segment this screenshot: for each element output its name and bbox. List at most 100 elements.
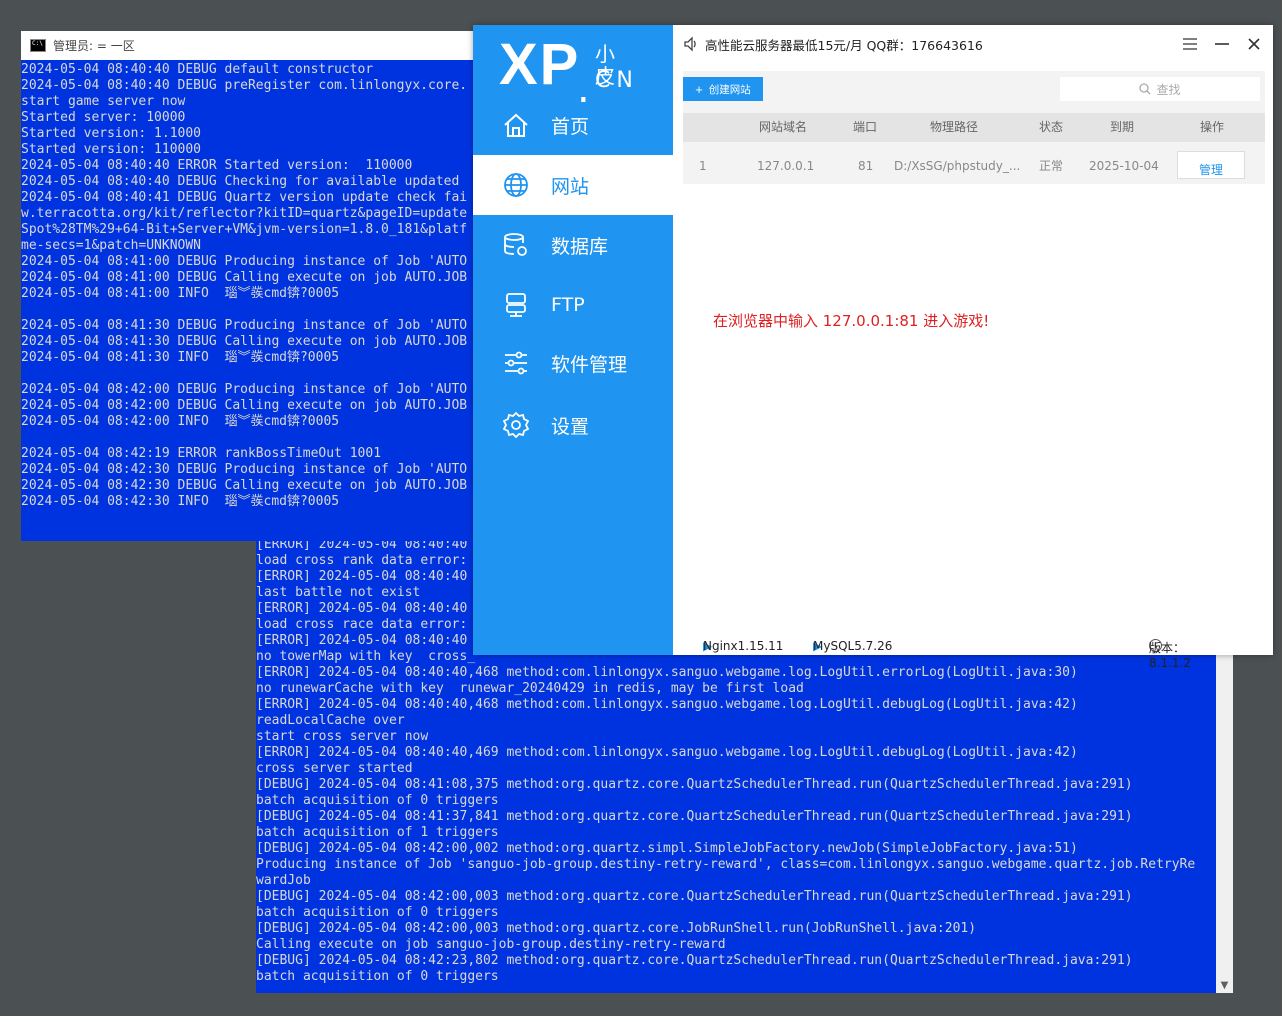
column-header-expire: 到期 <box>1110 120 1135 134</box>
row-expire: 2025-10-04 <box>1089 159 1159 173</box>
console-line: readLocalCache over <box>256 713 405 728</box>
row-status: 正常 <box>1039 159 1064 173</box>
database-icon <box>501 230 531 260</box>
sidebar-item-database[interactable]: 数据库 <box>473 215 673 275</box>
console-line: [DEBUG] 2024-05-04 08:42:00,002 method:o… <box>256 841 1078 856</box>
sidebar-item-home[interactable]: 首页 <box>473 95 673 155</box>
console-output: 2024-05-04 08:40:40 DEBUG default constr… <box>21 62 476 510</box>
console-line: start cross server now <box>256 729 429 744</box>
scroll-down-icon[interactable]: ▼ <box>1216 980 1233 991</box>
console-line: Started version: 110000 <box>21 142 202 157</box>
console-titlebar[interactable]: 管理员: = 一区 <box>21 31 476 60</box>
console-line: 2024-05-04 08:42:30 INFO 瑙︾彂cmd锛?0005 <box>21 494 340 509</box>
console-line: [DEBUG] 2024-05-04 08:42:00,003 method:o… <box>256 921 977 936</box>
console-line: no runewarCache with key runewar_2024042… <box>256 681 804 696</box>
console-line: [DEBUG] 2024-05-04 08:41:08,375 method:o… <box>256 777 1133 792</box>
notice-text: 在浏览器中输入 127.0.0.1:81 进入游戏! <box>713 312 990 330</box>
close-icon[interactable] <box>1243 33 1265 55</box>
console-line: 2024-05-04 08:41:00 INFO 瑙︾彂cmd锛?0005 <box>21 286 340 301</box>
column-header-domain: 网站域名 <box>759 120 808 134</box>
table-header: 网站域名 端口 物理路径 状态 到期 操作 <box>683 113 1265 142</box>
console-line: 2024-05-04 08:42:00 DEBUG Calling execut… <box>21 398 468 413</box>
create-site-label: 创建网站 <box>708 83 751 96</box>
console-line: w.terracotta.org/kit/reflector?kitID=qua… <box>21 206 468 221</box>
table-row[interactable]: 1 127.0.0.1 81 D:/XsSG/phpstudy_... 正常 2… <box>683 148 1265 184</box>
sidebar-item-label: 设置 <box>551 415 590 438</box>
home-icon <box>501 110 531 140</box>
console-line: 2024-05-04 08:40:40 DEBUG preRegister co… <box>21 78 468 93</box>
sidebar-item-label: 数据库 <box>551 235 609 258</box>
top-bar: 高性能云服务器最低15元/月 QQ群：176643616 <box>673 25 1273 63</box>
status-footer: ▶ Nginx1.15.11 ▶ MySQL5.7.26 i 版本：8.1.1.2 <box>673 615 1273 670</box>
row-port: 81 <box>858 159 874 173</box>
main-content: + 创建网站 查找 网站域名 端口 物理路径 状态 到期 操作 1 127.0.… <box>683 71 1265 609</box>
column-header-port: 端口 <box>853 120 878 134</box>
sidebar-item-settings[interactable]: 设置 <box>473 395 673 455</box>
sliders-icon <box>501 348 531 378</box>
console-line: batch acquisition of 0 triggers <box>256 905 499 920</box>
site-list-area: 在浏览器中输入 127.0.0.1:81 进入游戏! <box>683 184 1265 609</box>
sidebar-item-label: 软件管理 <box>551 353 628 376</box>
console-line: 2024-05-04 08:42:00 INFO 瑙︾彂cmd锛?0005 <box>21 414 340 429</box>
console-line: batch acquisition of 0 triggers <box>256 969 499 984</box>
column-header-status: 状态 <box>1039 120 1064 134</box>
sidebar-item-label: 首页 <box>551 115 590 138</box>
console-line: Producing instance of Job 'sanguo-job-gr… <box>256 857 1196 872</box>
console-line: [ERROR] 2024-05-04 08:40:40,468 method:c… <box>256 665 1078 680</box>
console-window-front: 管理员: = 一区 2024-05-04 08:40:40 DEBUG defa… <box>21 31 476 541</box>
sidebar-item-label: 网站 <box>551 175 590 198</box>
console-line: [DEBUG] 2024-05-04 08:41:37,841 method:o… <box>256 809 1133 824</box>
console-line: 2024-05-04 08:41:30 INFO 瑙︾彂cmd锛?0005 <box>21 350 340 365</box>
search-input[interactable]: 查找 <box>1060 77 1260 101</box>
sidebar-item-label: FTP <box>551 294 585 316</box>
manage-label: 管理 <box>1198 163 1223 177</box>
console-line: Started version: 1.1000 <box>21 126 202 141</box>
row-path: D:/XsSG/phpstudy_... <box>894 159 1021 173</box>
nginx-label: Nginx1.15.11 <box>703 639 784 653</box>
console-line: Spot%28TM%29+64-Bit+Server+VM&jvm-versio… <box>21 222 468 237</box>
console-line: batch acquisition of 0 triggers <box>256 793 499 808</box>
version-label: 版本：8.1.1.2 <box>1149 641 1191 670</box>
xp-app-window: XP . 小皮 CN 首页 网站 数据库 FTP 软件管理 设置 高性能云服务器… <box>473 25 1273 670</box>
server-icon <box>501 290 531 320</box>
console-line: batch acquisition of 1 triggers <box>256 825 499 840</box>
sidebar-item-ftp[interactable]: FTP <box>473 275 673 335</box>
console-line: 2024-05-04 08:42:30 DEBUG Calling execut… <box>21 478 468 493</box>
sidebar: XP . 小皮 CN 首页 网站 数据库 FTP 软件管理 设置 <box>473 25 673 655</box>
console-line: 2024-05-04 08:40:40 ERROR Started versio… <box>21 158 413 173</box>
ad-text[interactable]: 高性能云服务器最低15元/月 QQ群：176643616 <box>705 35 983 54</box>
console-line: 2024-05-04 08:40:40 DEBUG default constr… <box>21 62 374 77</box>
mysql-label: MySQL5.7.26 <box>813 639 893 653</box>
console-title: 管理员: = 一区 <box>53 39 135 53</box>
console-line: [ERROR] 2024-05-04 08:40:40,468 method:c… <box>256 697 1078 712</box>
column-header-path: 物理路径 <box>930 120 979 134</box>
console-line: [DEBUG] 2024-05-04 08:42:23,802 method:o… <box>256 953 1133 968</box>
search-placeholder: 查找 <box>1156 82 1181 97</box>
console-line: 2024-05-04 08:40:40 DEBUG Checking for a… <box>21 174 460 189</box>
column-header-action: 操作 <box>1200 120 1225 134</box>
console-line: Started server: 10000 <box>21 110 186 125</box>
manage-button[interactable]: 管理 <box>1177 151 1245 179</box>
console-line: 2024-05-04 08:41:00 DEBUG Calling execut… <box>21 270 468 285</box>
console-line: [DEBUG] 2024-05-04 08:42:00,003 method:o… <box>256 889 1133 904</box>
sidebar-item-software[interactable]: 软件管理 <box>473 333 673 393</box>
globe-icon <box>501 170 531 200</box>
row-domain: 127.0.0.1 <box>757 159 815 173</box>
minimize-icon[interactable] <box>1211 33 1233 55</box>
plus-icon: + <box>695 81 703 97</box>
console-line: 2024-05-04 08:42:30 DEBUG Producing inst… <box>21 462 468 477</box>
row-index: 1 <box>699 159 707 173</box>
console-line: 2024-05-04 08:42:00 DEBUG Producing inst… <box>21 382 468 397</box>
create-site-button[interactable]: + 创建网站 <box>683 77 763 101</box>
menu-icon[interactable] <box>1179 33 1201 55</box>
logo-cn-bottom: CN <box>595 68 639 93</box>
console-line: wardJob <box>256 873 311 888</box>
search-icon <box>1139 83 1151 95</box>
console-line: 2024-05-04 08:42:19 ERROR rankBossTimeOu… <box>21 446 382 461</box>
sidebar-item-website[interactable]: 网站 <box>473 155 673 215</box>
console-line: cross server started <box>256 761 413 776</box>
logo-xp: XP <box>499 32 581 97</box>
